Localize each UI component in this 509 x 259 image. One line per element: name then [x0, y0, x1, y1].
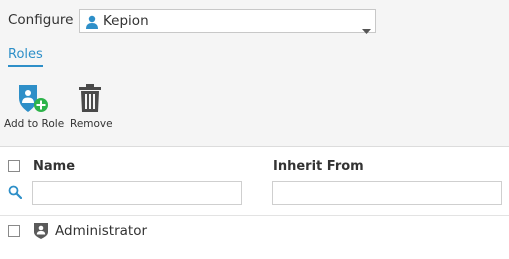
configure-dropdown[interactable]: Kepion	[79, 9, 376, 34]
search-icon	[8, 184, 23, 203]
select-all-checkbox[interactable]	[8, 160, 20, 172]
column-header-inherit-from[interactable]: Inherit From	[273, 159, 364, 174]
role-name: Administrator	[55, 223, 148, 239]
configure-selected-value: Kepion	[103, 13, 149, 29]
row-checkbox[interactable]	[8, 225, 20, 237]
shield-user-icon	[34, 223, 48, 243]
add-to-role-label: Add to Role	[4, 118, 65, 130]
user-icon	[85, 14, 99, 33]
shield-add-icon	[16, 84, 50, 118]
trash-icon	[79, 84, 101, 116]
top-panel: Configure Kepion Roles Add to Role Remov…	[0, 0, 509, 147]
chevron-down-icon[interactable]	[362, 19, 371, 38]
remove-label: Remove	[70, 118, 113, 130]
configure-label: Configure	[8, 12, 74, 28]
name-filter-input[interactable]	[32, 181, 242, 205]
table-row[interactable]: Administrator	[0, 217, 509, 245]
inherit-from-filter-input[interactable]	[272, 181, 502, 205]
column-header-name[interactable]: Name	[33, 159, 75, 174]
tab-roles[interactable]: Roles	[8, 47, 43, 67]
grid-header: Name Inherit From	[0, 147, 509, 216]
